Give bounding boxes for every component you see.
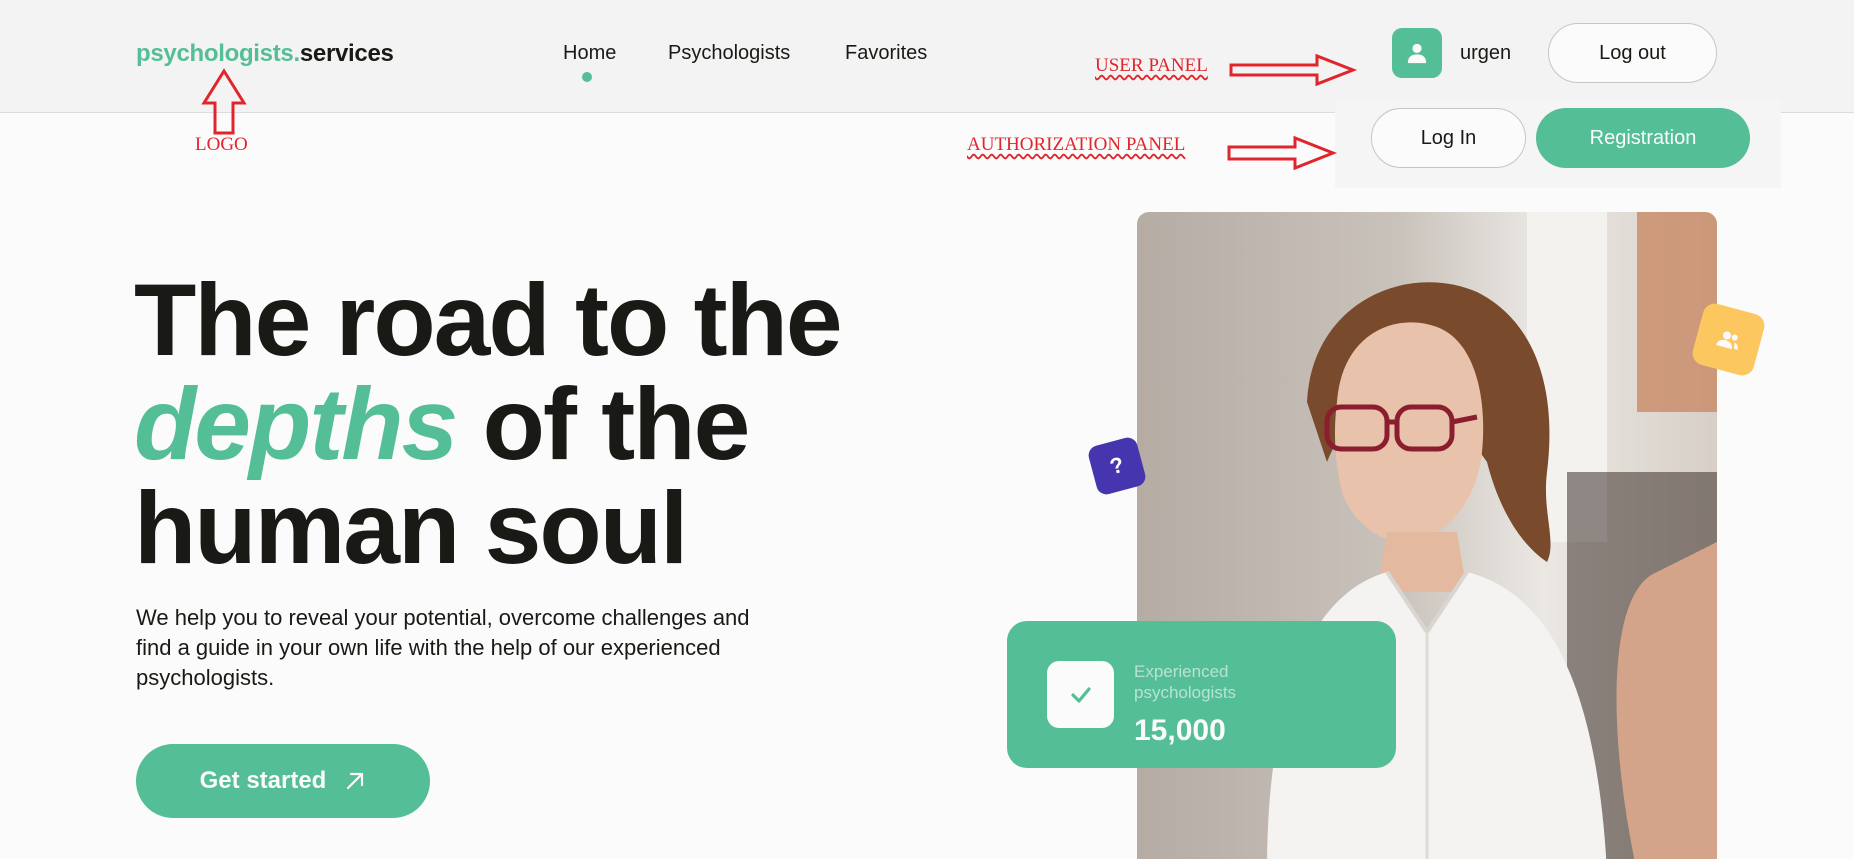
stats-card: Experienced psychologists 15,000 — [1007, 621, 1396, 768]
get-started-button[interactable]: Get started — [136, 744, 430, 818]
user-name: urgen — [1460, 42, 1512, 64]
hero-title-line3: human soul — [134, 471, 688, 585]
nav-home[interactable]: Home — [563, 42, 616, 65]
active-nav-indicator — [582, 72, 592, 82]
check-icon — [1070, 686, 1091, 703]
arrow-up-right-icon — [347, 772, 364, 790]
login-button[interactable]: Log In — [1371, 108, 1526, 168]
check-badge — [1047, 661, 1114, 728]
logout-button[interactable]: Log out — [1548, 23, 1717, 83]
logo-main-text: services — [299, 40, 394, 67]
annotation-user-panel: USER PANEL — [1095, 55, 1208, 76]
stats-value: 15,000 — [1134, 714, 1226, 747]
nav-psychologists[interactable]: Psychologists — [668, 42, 790, 65]
hero-subtitle: We help you to reveal your potential, ov… — [136, 605, 750, 690]
logo-accent-text: psychologists. — [136, 40, 300, 67]
annotation-auth-panel: AUTHORIZATION PANEL — [967, 134, 1186, 155]
registration-button[interactable]: Registration — [1536, 108, 1750, 168]
annotation-arrow-up-icon — [201, 68, 247, 135]
hero-title-accent: depths — [134, 367, 458, 481]
user-icon — [1407, 43, 1427, 64]
site-logo[interactable]: psychologists.services — [136, 40, 394, 68]
question-icon: ? — [1107, 451, 1127, 480]
annotation-arrow-right-icon — [1227, 135, 1338, 171]
hero-title-line2: of the — [456, 367, 751, 481]
annotation-logo: LOGO — [195, 134, 248, 155]
hero-title-line1: The road to the — [134, 263, 843, 377]
hero-title: The road to the depths of the human soul — [134, 268, 843, 580]
get-started-label: Get started — [199, 767, 327, 794]
stats-label: Experienced psychologists — [1134, 662, 1237, 702]
users-icon — [1715, 330, 1738, 350]
nav-favorites[interactable]: Favorites — [845, 42, 927, 65]
site-header: psychologists.services Home Psychologist… — [0, 0, 1854, 113]
annotation-arrow-right-icon — [1229, 53, 1358, 87]
user-avatar — [1392, 28, 1442, 78]
